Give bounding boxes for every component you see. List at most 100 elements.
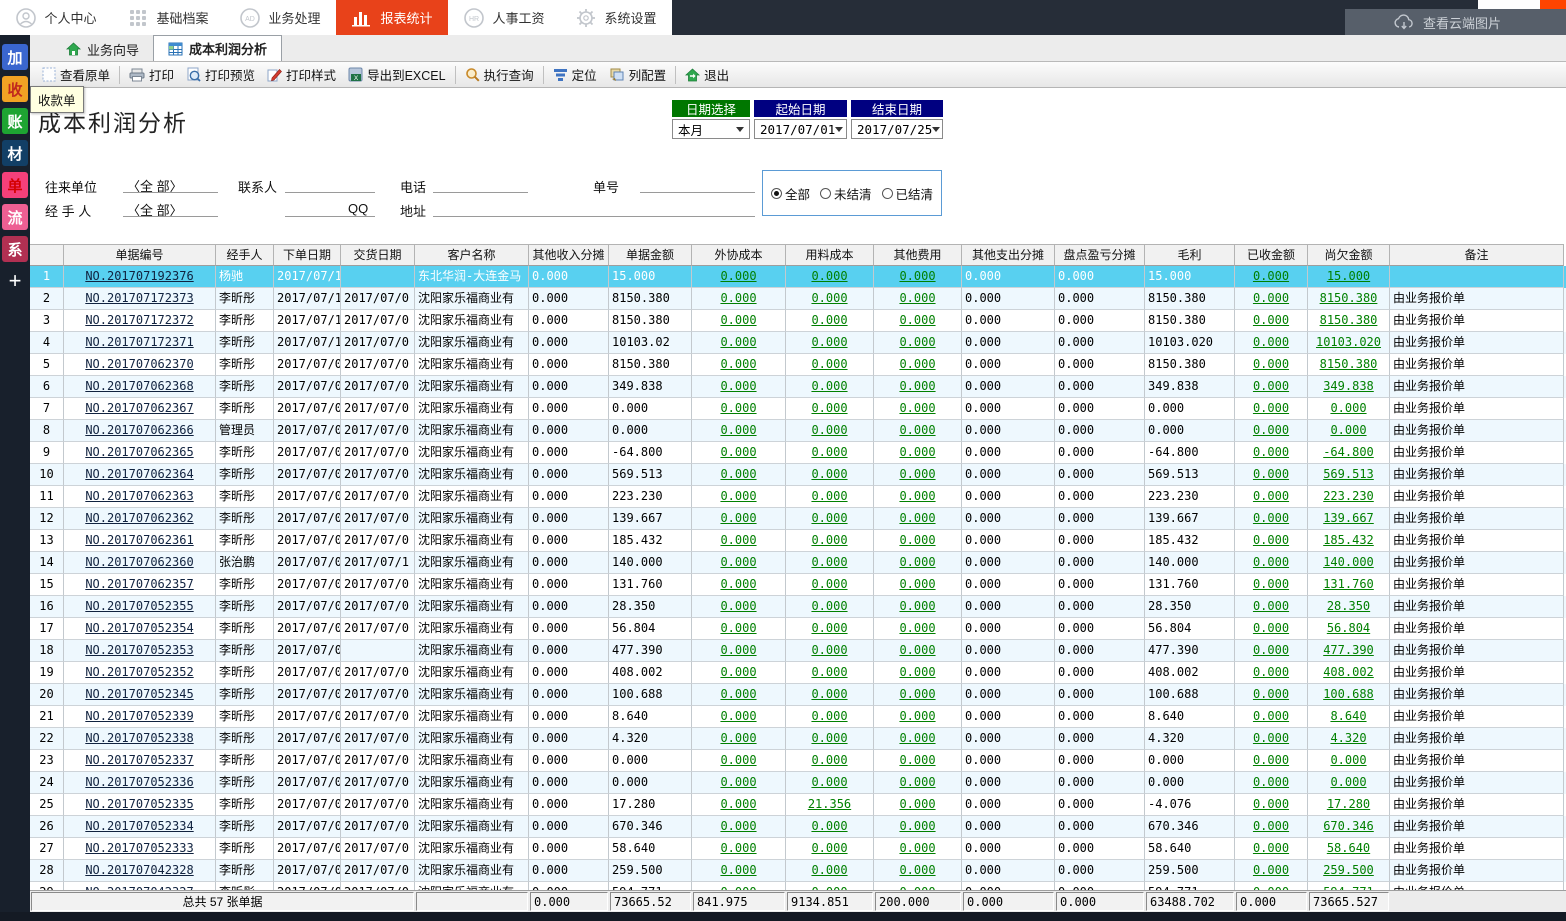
drilldown-link[interactable]: 0.000 <box>899 533 935 547</box>
drilldown-link[interactable]: 185.432 <box>1323 533 1374 547</box>
drilldown-link[interactable]: 8150.380 <box>1320 291 1378 305</box>
drilldown-link[interactable]: 0.000 <box>1253 643 1289 657</box>
drilldown-link[interactable]: 58.640 <box>1327 841 1370 855</box>
drilldown-link[interactable]: 0.000 <box>899 335 935 349</box>
column-config-button[interactable]: 列配置 <box>603 63 673 86</box>
drilldown-link[interactable]: 0.000 <box>1253 533 1289 547</box>
doc-link[interactable]: NO.201707052337 <box>85 753 193 767</box>
drilldown-link[interactable]: 0.000 <box>811 621 847 635</box>
drilldown-link[interactable]: 0.000 <box>720 775 756 789</box>
table-row[interactable]: 12NO.201707062362李昕彤2017/07/02017/07/0沈阳… <box>30 508 1566 530</box>
drilldown-link[interactable]: 8.640 <box>1330 709 1366 723</box>
table-row[interactable]: 14NO.201707062360张治鹏2017/07/02017/07/1沈阳… <box>30 552 1566 574</box>
table-row[interactable]: 13NO.201707062361李昕彤2017/07/02017/07/0沈阳… <box>30 530 1566 552</box>
drilldown-link[interactable]: 0.000 <box>899 775 935 789</box>
drilldown-link[interactable]: 0.000 <box>1330 775 1366 789</box>
menu-item-base-archives[interactable]: 基础档案 <box>112 0 224 35</box>
drilldown-link[interactable]: 131.760 <box>1323 577 1374 591</box>
drilldown-link[interactable]: 0.000 <box>899 687 935 701</box>
table-row[interactable]: 3NO.201707172372李昕彤2017/07/12017/07/0沈阳家… <box>30 310 1566 332</box>
drilldown-link[interactable]: 0.000 <box>1330 401 1366 415</box>
radio-option-unselected[interactable]: 已结清 <box>882 184 934 203</box>
print-button[interactable]: 打印 <box>123 63 180 86</box>
doc-link[interactable]: NO.201707052339 <box>85 709 193 723</box>
qq-field[interactable] <box>285 200 375 217</box>
column-header[interactable]: 其他收入分摊 <box>529 244 609 266</box>
drilldown-link[interactable]: 0.000 <box>899 753 935 767</box>
column-header[interactable]: 交货日期 <box>341 244 415 266</box>
drilldown-link[interactable]: 0.000 <box>720 621 756 635</box>
drilldown-link[interactable]: 0.000 <box>899 643 935 657</box>
sidebar-quick-button[interactable]: 加 <box>2 44 28 70</box>
drilldown-link[interactable]: 0.000 <box>811 643 847 657</box>
drilldown-link[interactable]: 0.000 <box>1253 797 1289 811</box>
drilldown-link[interactable]: 0.000 <box>899 665 935 679</box>
table-row[interactable]: 18NO.201707052353李昕彤2017/07/0沈阳家乐福商业有0.0… <box>30 640 1566 662</box>
table-row[interactable]: 20NO.201707052345李昕彤2017/07/02017/07/0沈阳… <box>30 684 1566 706</box>
table-row[interactable]: 10NO.201707062364李昕彤2017/07/02017/07/0沈阳… <box>30 464 1566 486</box>
doc-link[interactable]: NO.201707052352 <box>85 665 193 679</box>
drilldown-link[interactable]: 21.356 <box>808 797 851 811</box>
drilldown-link[interactable]: 0.000 <box>720 357 756 371</box>
column-header[interactable]: 盘点盈亏分摊 <box>1055 244 1145 266</box>
drilldown-link[interactable]: 0.000 <box>1253 489 1289 503</box>
drilldown-link[interactable]: 0.000 <box>720 819 756 833</box>
drilldown-link[interactable]: 0.000 <box>811 357 847 371</box>
drilldown-link[interactable]: 0.000 <box>811 511 847 525</box>
drilldown-link[interactable]: 0.000 <box>1253 423 1289 437</box>
table-row[interactable]: 22NO.201707052338李昕彤2017/07/02017/07/0沈阳… <box>30 728 1566 750</box>
drilldown-link[interactable]: 0.000 <box>811 467 847 481</box>
doc-link[interactable]: NO.201707062363 <box>85 489 193 503</box>
table-row[interactable]: 17NO.201707052354李昕彤2017/07/02017/07/0沈阳… <box>30 618 1566 640</box>
drilldown-link[interactable]: 0.000 <box>720 797 756 811</box>
drilldown-link[interactable]: 0.000 <box>720 423 756 437</box>
column-header[interactable]: 备注 <box>1390 244 1564 266</box>
drilldown-link[interactable]: 0.000 <box>720 753 756 767</box>
drilldown-link[interactable]: 0.000 <box>1253 863 1289 877</box>
execute-query-button[interactable]: 执行查询 <box>459 63 540 86</box>
doc-link[interactable]: NO.201707052354 <box>85 621 193 635</box>
drilldown-link[interactable]: 0.000 <box>811 489 847 503</box>
drilldown-link[interactable]: 0.000 <box>899 599 935 613</box>
drilldown-link[interactable]: 0.000 <box>720 269 756 283</box>
doc-link[interactable]: NO.201707062368 <box>85 379 193 393</box>
doc-link[interactable]: NO.201707042328 <box>85 863 193 877</box>
drilldown-link[interactable]: 0.000 <box>811 379 847 393</box>
drilldown-link[interactable]: 0.000 <box>1253 819 1289 833</box>
drilldown-link[interactable]: 0.000 <box>720 335 756 349</box>
doc-link[interactable]: NO.201707172372 <box>85 313 193 327</box>
drilldown-link[interactable]: 0.000 <box>1253 599 1289 613</box>
table-row[interactable]: 29NO.201707042327李昕彤2017/07/02017/07/0沈阳… <box>30 882 1566 890</box>
drilldown-link[interactable]: 0.000 <box>811 665 847 679</box>
drilldown-link[interactable]: 0.000 <box>1330 423 1366 437</box>
drilldown-link[interactable]: 408.002 <box>1323 665 1374 679</box>
drilldown-link[interactable]: 0.000 <box>899 467 935 481</box>
drilldown-link[interactable]: 0.000 <box>720 291 756 305</box>
drilldown-link[interactable]: 0.000 <box>899 423 935 437</box>
exit-button[interactable]: 退出 <box>679 63 735 86</box>
drilldown-link[interactable]: 0.000 <box>1253 445 1289 459</box>
date-dropdown[interactable]: 2017/07/25 <box>851 119 943 139</box>
drilldown-link[interactable]: 0.000 <box>720 467 756 481</box>
drilldown-link[interactable]: 0.000 <box>811 599 847 613</box>
drilldown-link[interactable]: 0.000 <box>1253 467 1289 481</box>
table-row[interactable]: 9NO.201707062365李昕彤2017/07/02017/07/0沈阳家… <box>30 442 1566 464</box>
drilldown-link[interactable]: 0.000 <box>811 269 847 283</box>
drilldown-link[interactable]: 4.320 <box>1330 731 1366 745</box>
column-header[interactable]: 外协成本 <box>692 244 786 266</box>
doc-link[interactable]: NO.201707062362 <box>85 511 193 525</box>
drilldown-link[interactable]: 0.000 <box>811 423 847 437</box>
table-row[interactable]: 2NO.201707172373李昕彤2017/07/12017/07/0沈阳家… <box>30 288 1566 310</box>
drilldown-link[interactable]: 10103.020 <box>1316 335 1381 349</box>
drilldown-link[interactable]: 0.000 <box>811 291 847 305</box>
drilldown-link[interactable]: 0.000 <box>1253 841 1289 855</box>
column-header[interactable]: 客户名称 <box>415 244 529 266</box>
drilldown-link[interactable]: 8150.380 <box>1320 313 1378 327</box>
drilldown-link[interactable]: 0.000 <box>720 687 756 701</box>
drilldown-link[interactable]: 0.000 <box>720 709 756 723</box>
sidebar-quick-button[interactable]: 收 <box>2 76 28 102</box>
drilldown-link[interactable]: 0.000 <box>1253 775 1289 789</box>
locate-button[interactable]: 定位 <box>547 63 603 86</box>
sidebar-quick-button[interactable]: 账 <box>2 108 28 134</box>
drilldown-link[interactable]: 0.000 <box>811 819 847 833</box>
